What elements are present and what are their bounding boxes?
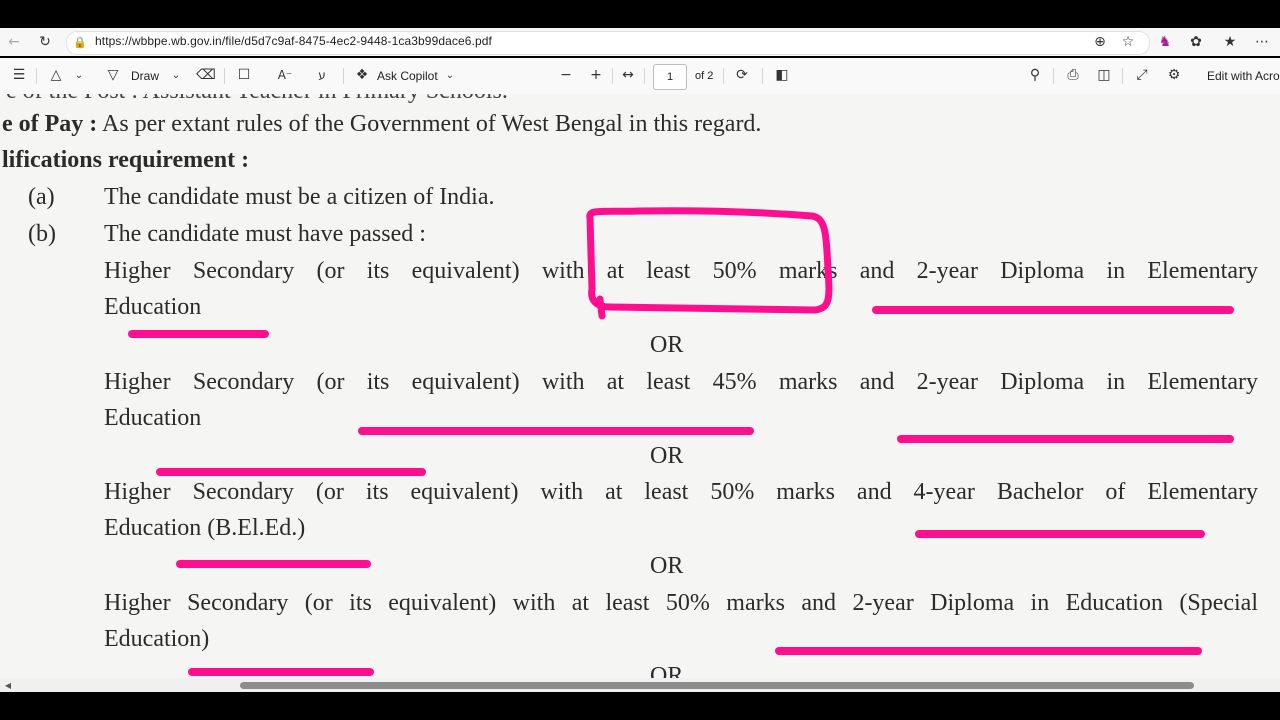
- toolbar-divider: [36, 68, 37, 84]
- copilot-icon[interactable]: ❖: [353, 66, 371, 84]
- pdf-page: e of the Post : Assistant Teacher in Pri…: [0, 94, 1280, 678]
- toolbar-divider: [644, 68, 645, 84]
- contents-icon[interactable]: ☰: [10, 66, 28, 84]
- underline-annotation: [915, 530, 1205, 538]
- toolbar-divider: [612, 68, 613, 84]
- translate-icon[interactable]: ע: [312, 66, 332, 84]
- zoom-out-icon[interactable]: −: [557, 66, 575, 84]
- zoom-icon[interactable]: ⊕: [1090, 33, 1110, 51]
- back-icon[interactable]: ←: [4, 32, 24, 52]
- more-menu-icon[interactable]: ⋯: [1252, 33, 1272, 51]
- scroll-left-icon[interactable]: ◀: [2, 680, 14, 690]
- toolbar-divider: [762, 68, 763, 84]
- underline-annotation: [358, 427, 754, 435]
- text-box-icon[interactable]: ☐: [235, 66, 253, 84]
- favorites-icon[interactable]: ★: [1220, 33, 1240, 51]
- refresh-icon[interactable]: ↻: [35, 32, 55, 52]
- toolbar-divider: [1053, 68, 1054, 84]
- video-bottom-letterbox: [0, 692, 1280, 720]
- underline-annotation: [128, 330, 269, 338]
- print-icon[interactable]: ⎙: [1064, 66, 1082, 84]
- underline-annotation: [188, 668, 374, 676]
- zoom-in-icon[interactable]: +: [587, 66, 605, 84]
- underline-annotation: [156, 468, 426, 476]
- search-icon[interactable]: ⚲: [1026, 66, 1044, 84]
- page-view-icon[interactable]: ◧: [773, 66, 791, 84]
- chevron-down-icon[interactable]: ⌄: [169, 67, 183, 83]
- underline-annotation: [775, 647, 1202, 655]
- draw-icon[interactable]: ▽: [104, 66, 122, 84]
- toolbar-divider: [723, 68, 724, 84]
- favorite-star-icon[interactable]: ☆: [1118, 33, 1138, 51]
- lock-icon[interactable]: 🔒: [73, 34, 87, 50]
- draw-label[interactable]: Draw: [131, 69, 159, 83]
- video-top-letterbox: [0, 0, 1280, 28]
- underline-annotation: [897, 435, 1234, 443]
- chevron-down-icon[interactable]: ⌄: [72, 67, 86, 83]
- pdf-toolbar: [0, 58, 1280, 95]
- highlight-icon[interactable]: △: [47, 66, 65, 84]
- eraser-icon[interactable]: ⌫: [196, 66, 216, 84]
- scrollbar-thumb[interactable]: [240, 682, 1194, 689]
- ask-copilot-label[interactable]: Ask Copilot: [377, 69, 438, 83]
- url-text[interactable]: https://wbbpe.wb.gov.in/file/d5d7c9af-84…: [95, 34, 492, 48]
- fit-page-icon[interactable]: ↔: [619, 66, 637, 84]
- underline-annotation: [872, 306, 1234, 314]
- extensions-puzzle-icon[interactable]: ✿: [1186, 33, 1206, 51]
- extension-icon[interactable]: ♞: [1155, 33, 1175, 51]
- toolbar-divider: [1122, 68, 1123, 84]
- page-total: of 2: [695, 70, 714, 82]
- read-aloud-icon[interactable]: A⁻: [275, 66, 295, 84]
- page-number-input[interactable]: 1: [653, 64, 687, 90]
- rotate-icon[interactable]: ⟳: [733, 66, 751, 84]
- edit-with-acrobat-button[interactable]: Edit with Acro: [1207, 69, 1280, 83]
- highlight-box-annotation: [586, 207, 833, 320]
- chevron-down-icon[interactable]: ⌄: [443, 67, 457, 83]
- fullscreen-icon[interactable]: ⤢: [1133, 66, 1151, 84]
- annotation-layer: [586, 207, 833, 320]
- toolbar-divider: [224, 68, 225, 84]
- toolbar-divider: [343, 68, 344, 84]
- underline-annotation: [176, 560, 371, 568]
- save-icon[interactable]: ◫: [1095, 66, 1113, 84]
- settings-gear-icon[interactable]: ⚙: [1165, 66, 1183, 84]
